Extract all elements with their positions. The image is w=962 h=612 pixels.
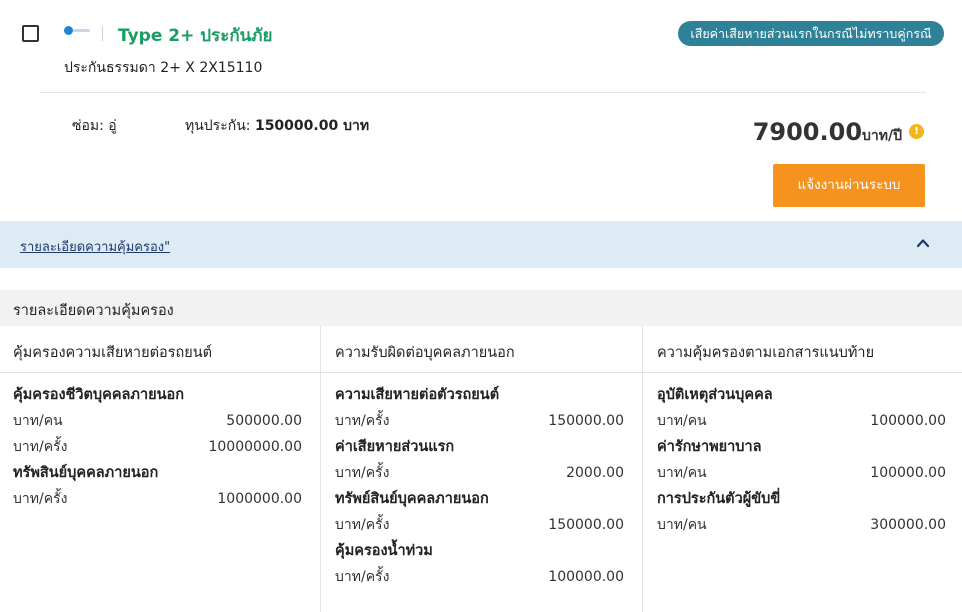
- coverage-item-amount: 300000.00: [870, 517, 946, 533]
- plan-card: Type 2+ ประกันภัย ประกันธรรมดา 2+ X 2X15…: [0, 0, 962, 221]
- coverage-section-header: รายละเอียดความคุ้มครอง: [0, 290, 962, 326]
- coverage-item-unit: บาท/คน: [13, 413, 63, 429]
- coverage-item-title: การประกันตัวผู้ขับขี่: [657, 491, 781, 507]
- coverage-item-amount: 150000.00: [548, 413, 624, 429]
- column-header-vehicle: คุ้มครองความเสียหายต่อรถยนต์: [13, 345, 213, 361]
- coverage-item-row: บาท/คน 500000.00: [13, 408, 302, 434]
- coverage-item-title: อุบัติเหตุส่วนบุคคล: [657, 387, 773, 403]
- card-divider: [40, 92, 926, 93]
- coverage-item-amount: 1000000.00: [217, 491, 302, 507]
- coverage-item-unit: บาท/ครั้ง: [335, 517, 390, 533]
- column-header-endorsement: ความคุ้มครองตามเอกสารแนบท้าย: [657, 345, 875, 361]
- column-divider: [320, 326, 321, 612]
- sum-insured: ทุนประกัน: 150000.00 บาท: [185, 115, 369, 137]
- plan-subtitle: ประกันธรรมดา 2+ X 2X15110: [64, 60, 263, 76]
- coverage-item-title: ค่าเสียหายส่วนแรก: [335, 439, 455, 455]
- coverage-item-amount: 100000.00: [548, 569, 624, 585]
- logo-bar: [73, 29, 90, 32]
- coverage-item-amount: 2000.00: [566, 465, 624, 481]
- coverage-item-row: บาท/ครั้ง 150000.00: [335, 408, 624, 434]
- coverage-item-row: บาท/ครั้ง 1000000.00: [13, 486, 302, 512]
- logo-dot: [64, 26, 73, 35]
- coverage-item-unit: บาท/ครั้ง: [335, 465, 390, 481]
- sum-insured-label: ทุนประกัน:: [185, 118, 251, 134]
- coverage-item-title: ความเสียหายต่อตัวรถยนต์: [335, 387, 500, 403]
- coverage-item-unit: บาท/ครั้ง: [335, 569, 390, 585]
- coverage-item-row: บาท/คน 300000.00: [657, 512, 946, 538]
- coverage-item-row: บาท/ครั้ง 100000.00: [335, 564, 624, 590]
- column-header-third-party: ความรับผิดต่อบุคคลภายนอก: [335, 345, 515, 361]
- notify-button[interactable]: แจ้งงานผ่านระบบ: [773, 164, 925, 207]
- coverage-item-title: ค่ารักษาพยาบาล: [657, 439, 762, 455]
- coverage-toggle-bar[interactable]: รายละเอียดความคุ้มครอง": [0, 221, 962, 268]
- repair-type: ซ่อม: อู่: [72, 118, 117, 134]
- coverage-item-row: บาท/คน 100000.00: [657, 408, 946, 434]
- coverage-item-title: คุ้มครองน้ำท่วม: [335, 543, 433, 559]
- coverage-details-link[interactable]: รายละเอียดความคุ้มครอง": [20, 236, 170, 257]
- info-icon[interactable]: !: [909, 124, 924, 139]
- insurer-logo: [64, 26, 90, 36]
- coverage-item-amount: 100000.00: [870, 413, 946, 429]
- premium-unit: บาท/ปี: [862, 128, 902, 144]
- column-divider: [642, 326, 643, 612]
- title-separator: [102, 26, 103, 41]
- premium-price: 7900.00บาท/ปี: [753, 118, 902, 147]
- coverage-item-title: ทรัพสินย์บุคคลภายนอก: [13, 465, 159, 481]
- coverage-column-third-party: ความเสียหายต่อตัวรถยนต์บาท/ครั้ง 150000.0…: [335, 382, 624, 590]
- chevron-up-icon[interactable]: [917, 237, 929, 249]
- coverage-section-title: รายละเอียดความคุ้มครอง: [13, 303, 174, 319]
- coverage-item-row: บาท/คน 100000.00: [657, 460, 946, 486]
- coverage-table: คุ้มครองความเสียหายต่อรถยนต์ ความรับผิดต…: [0, 326, 962, 612]
- coverage-item-unit: บาท/ครั้ง: [13, 491, 68, 507]
- premium-amount: 7900.00: [752, 118, 863, 146]
- coverage-item-unit: บาท/ครั้ง: [335, 413, 390, 429]
- select-plan-checkbox[interactable]: [22, 25, 39, 42]
- coverage-item-title: ทรัพย์สินย์บุคคลภายนอก: [335, 491, 489, 507]
- coverage-item-unit: บาท/คน: [657, 413, 707, 429]
- coverage-item-unit: บาท/คน: [657, 517, 707, 533]
- coverage-item-amount: 500000.00: [226, 413, 302, 429]
- coverage-item-row: บาท/ครั้ง 10000000.00: [13, 434, 302, 460]
- coverage-item-amount: 10000000.00: [208, 439, 302, 455]
- coverage-column-headers: คุ้มครองความเสียหายต่อรถยนต์ ความรับผิดต…: [0, 326, 962, 373]
- coverage-item-title: คุ้มครองชีวิตบุคคลภายนอก: [13, 387, 185, 403]
- coverage-item-amount: 100000.00: [870, 465, 946, 481]
- coverage-item-row: บาท/ครั้ง 2000.00: [335, 460, 624, 486]
- coverage-column-vehicle: คุ้มครองชีวิตบุคคลภายนอก บาท/คน 500000.00 บ…: [13, 382, 302, 512]
- sum-insured-value: 150000.00 บาท: [254, 118, 370, 134]
- coverage-item-unit: บาท/คน: [657, 465, 707, 481]
- coverage-item-unit: บาท/ครั้ง: [13, 439, 68, 455]
- coverage-item-amount: 150000.00: [548, 517, 624, 533]
- coverage-column-endorsement: อุบัติเหตุส่วนบุคคลบาท/คน 100000.00 ค่ารัก…: [657, 382, 946, 538]
- coverage-item-row: บาท/ครั้ง 150000.00: [335, 512, 624, 538]
- plan-title: Type 2+ ประกันภัย: [118, 26, 273, 46]
- deductible-badge: เสียค่าเสียหายส่วนแรกในกรณีไม่ทราบคู่กรณ…: [678, 21, 944, 46]
